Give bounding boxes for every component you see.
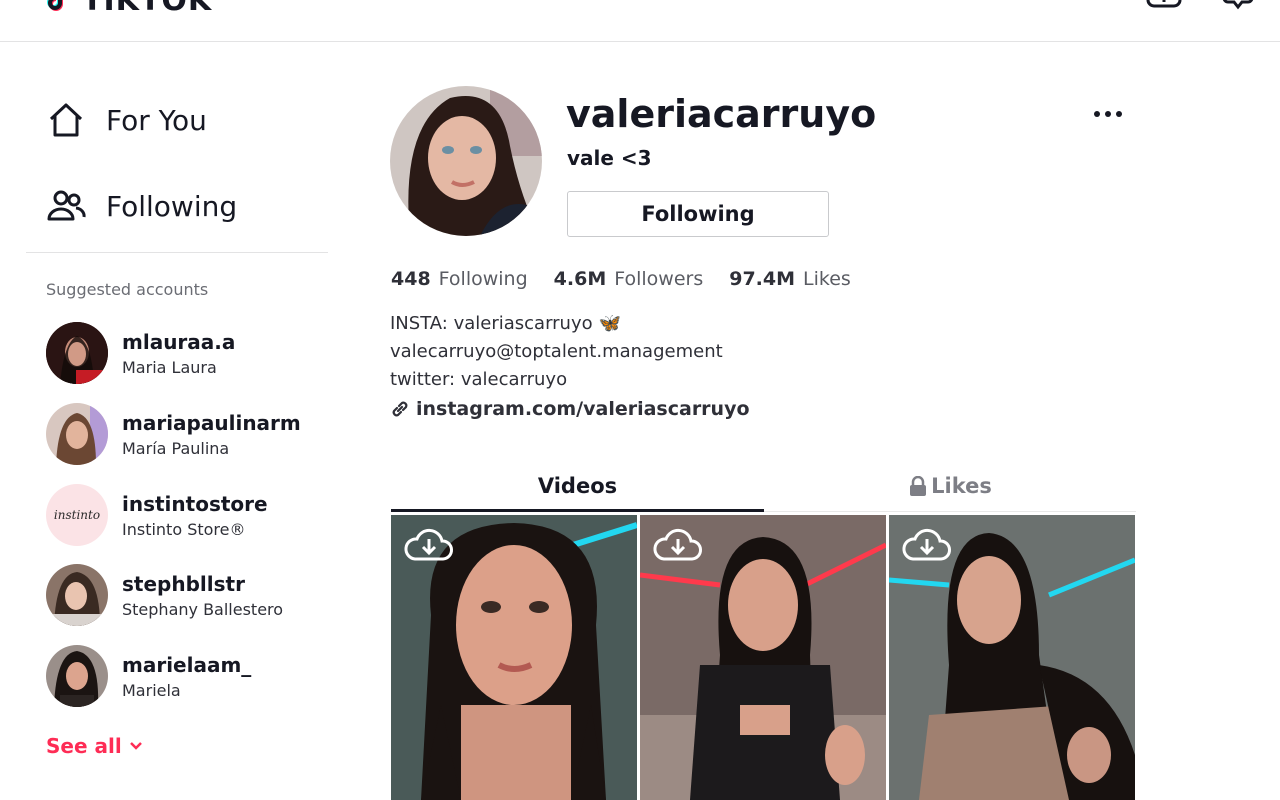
ellipsis-icon <box>1094 111 1122 117</box>
following-label: Following <box>438 268 528 290</box>
stat-followers[interactable]: 4.6M Followers <box>554 268 704 290</box>
video-thumbnail[interactable] <box>889 515 1135 800</box>
account-username: mariapaulinarm <box>122 410 301 435</box>
account-name: Instinto Store® <box>122 519 246 539</box>
video-grid <box>391 515 1136 800</box>
more-options-button[interactable] <box>1090 98 1126 130</box>
tab-likes-label: Likes <box>931 474 992 498</box>
suggested-accounts-title: Suggested accounts <box>46 280 209 299</box>
account-username: mlauraa.a <box>122 329 236 354</box>
nav-following-label: Following <box>106 189 238 223</box>
account-username: stephbllstr <box>122 571 245 596</box>
download-icon[interactable] <box>901 525 953 565</box>
profile-bio: INSTA: valeriascarruyo 🦋 valecarruyo@top… <box>390 310 723 394</box>
active-tab-indicator <box>391 509 764 512</box>
profile-tabs: Videos Likes <box>391 462 1136 512</box>
suggested-account[interactable]: mlauraa.a Maria Laura <box>46 322 326 384</box>
chevron-down-icon <box>129 742 142 750</box>
inbox-icon[interactable] <box>1220 0 1256 10</box>
stat-following[interactable]: 448 Following <box>391 268 528 290</box>
account-username: marielaam_ <box>122 652 252 677</box>
download-icon[interactable] <box>652 525 704 565</box>
tab-videos[interactable]: Videos <box>391 462 764 510</box>
account-name: Mariela <box>122 680 181 700</box>
profile-username: valeriacarruyo <box>566 92 877 136</box>
account-name: Stephany Ballestero <box>122 599 284 619</box>
avatar <box>46 564 108 626</box>
avatar <box>46 403 108 465</box>
bio-line-insta: INSTA: valeriascarruyo <box>390 313 593 334</box>
download-icon[interactable] <box>403 525 455 565</box>
followers-label: Followers <box>614 268 704 290</box>
tiktok-note-icon <box>47 0 63 11</box>
users-icon <box>47 190 86 221</box>
butterfly-emoji: 🦋 <box>598 313 622 334</box>
tab-divider <box>764 511 1136 512</box>
video-thumbnail[interactable] <box>391 515 637 800</box>
top-header: TIKTOK <box>0 0 1280 42</box>
stat-likes: 97.4M Likes <box>729 268 851 290</box>
profile-stats: 448 Following 4.6M Followers 97.4M Likes <box>391 268 851 290</box>
video-thumbnail[interactable] <box>640 515 886 800</box>
lock-icon <box>910 476 927 496</box>
suggested-account[interactable]: instinto instintostore Instinto Store® <box>46 484 326 546</box>
instinto-logo: instinto <box>53 508 101 522</box>
see-all-link[interactable]: See all <box>46 734 144 758</box>
suggested-account[interactable]: marielaam_ Mariela <box>46 645 326 707</box>
bio-line-email: valecarruyo@toptalent.management <box>390 341 723 362</box>
profile-nickname: vale <3 <box>567 146 652 170</box>
bio-line-twitter: twitter: valecarruyo <box>390 369 568 390</box>
following-count: 448 <box>391 268 431 290</box>
likes-label: Likes <box>803 268 851 290</box>
avatar <box>46 645 108 707</box>
avatar <box>46 322 108 384</box>
account-name: María Paulina <box>122 438 230 458</box>
logo-text: TIKTOK <box>82 0 213 18</box>
profile-link[interactable]: instagram.com/valeriascarruyo <box>390 398 750 420</box>
nav-for-you-label: For You <box>106 103 207 137</box>
avatar: instinto <box>46 484 108 546</box>
suggested-account[interactable]: mariapaulinarm María Paulina <box>46 403 326 465</box>
tab-likes[interactable]: Likes <box>764 462 1137 510</box>
nav-following[interactable]: Following <box>46 186 237 226</box>
tiktok-logo[interactable]: TIKTOK <box>46 0 212 18</box>
upload-icon[interactable] <box>1146 0 1182 10</box>
sidebar-divider <box>26 252 328 253</box>
see-all-label: See all <box>46 734 122 758</box>
account-name: Maria Laura <box>122 357 217 377</box>
suggested-account[interactable]: stephbllstr Stephany Ballestero <box>46 564 326 626</box>
account-username: instintostore <box>122 491 268 516</box>
nav-for-you[interactable]: For You <box>46 100 207 140</box>
profile-avatar <box>390 86 542 236</box>
sidebar: For You Following Suggested accounts mla… <box>26 42 328 800</box>
tab-videos-label: Videos <box>537 474 618 498</box>
followers-count: 4.6M <box>553 268 607 290</box>
profile-link-text: instagram.com/valeriascarruyo <box>416 398 750 420</box>
home-icon <box>49 103 83 137</box>
following-button[interactable]: Following <box>567 191 829 237</box>
link-icon <box>392 401 408 417</box>
likes-count: 97.4M <box>729 268 796 290</box>
